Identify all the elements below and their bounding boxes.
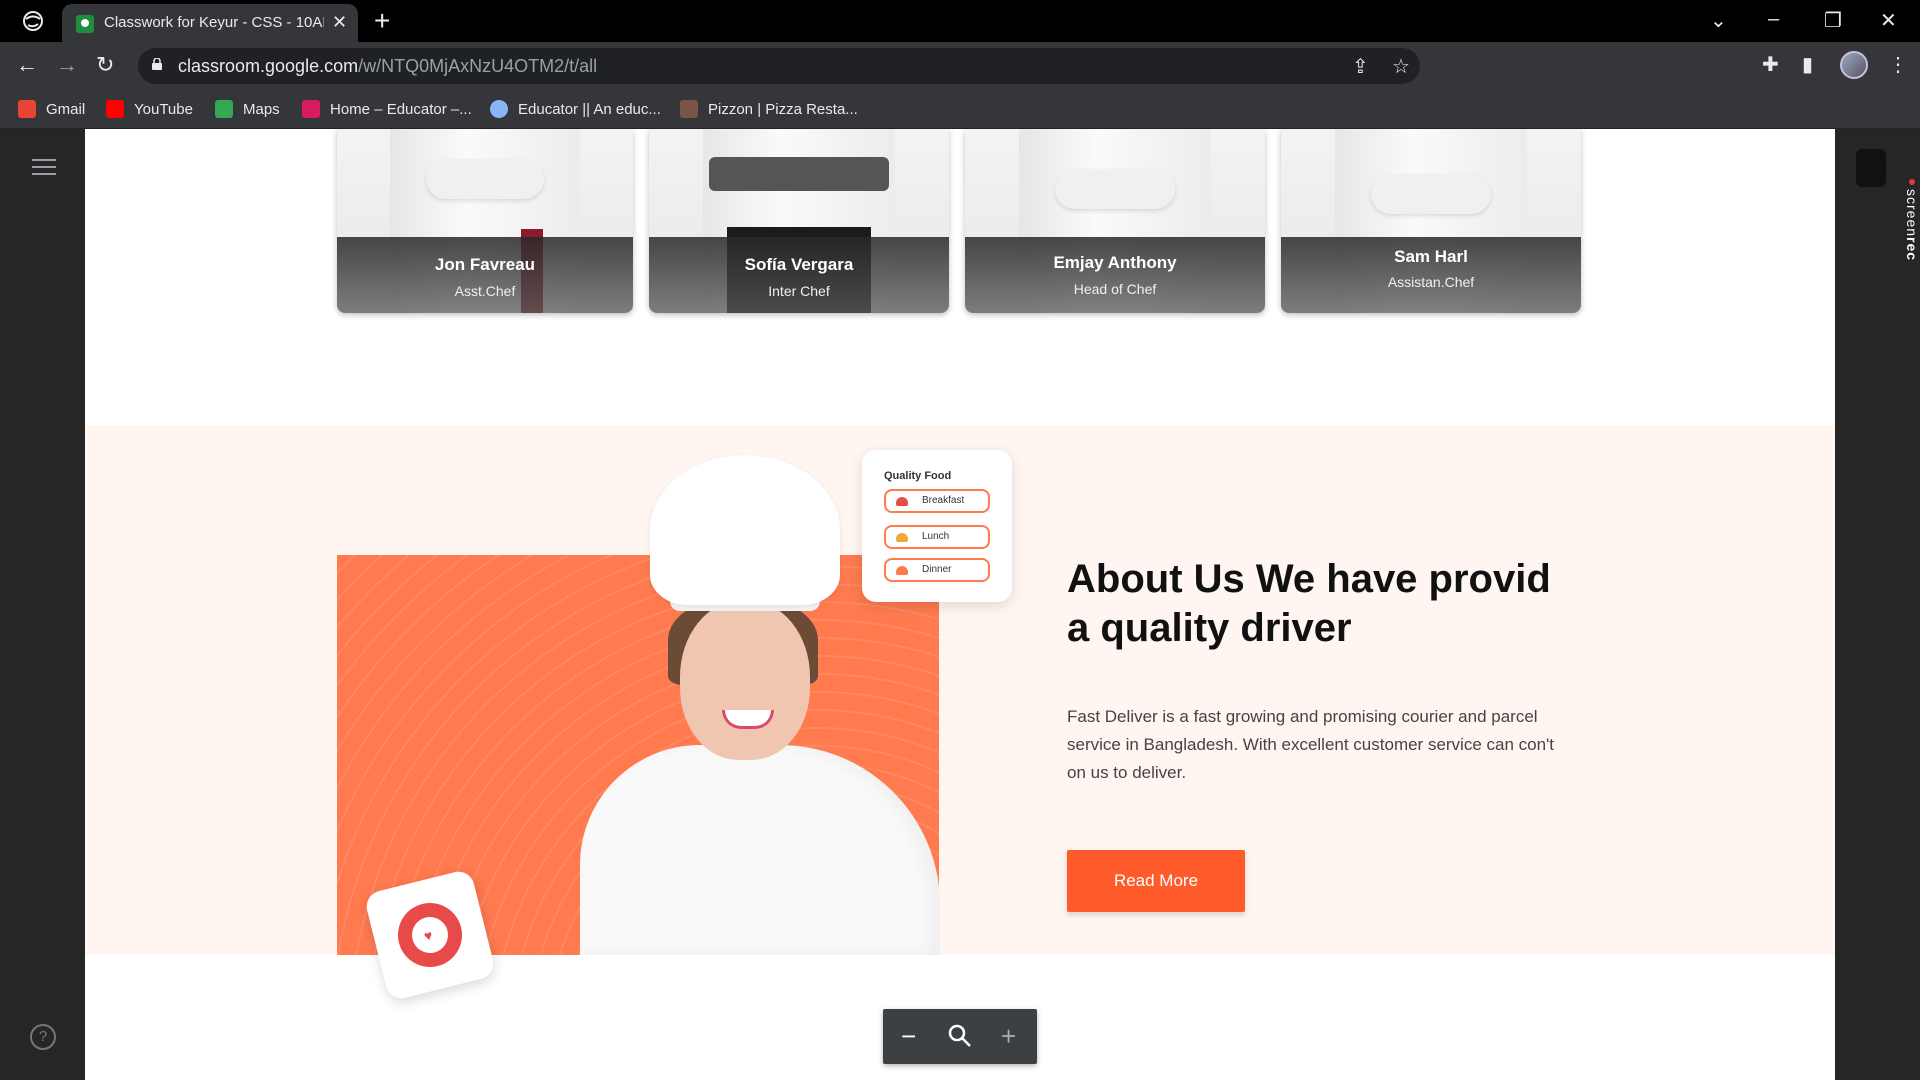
zoom-magnifier-icon[interactable] <box>947 1023 973 1049</box>
minimize-icon[interactable]: – <box>1768 8 1779 31</box>
new-tab-button[interactable]: + <box>374 5 390 37</box>
pizza-icon <box>896 566 908 575</box>
chef-name: Sam Harl <box>1394 247 1468 266</box>
menu-icon[interactable] <box>32 159 56 177</box>
bookmark-youtube[interactable]: YouTube <box>106 100 193 118</box>
about-heading: About Us We have provid a quality driver <box>1067 557 1551 650</box>
back-icon[interactable]: ← <box>16 52 38 78</box>
zoom-in-icon[interactable]: + <box>1001 1021 1016 1052</box>
document-preview: Jon Favreau Asst.Chef Sofía Vergara Inte… <box>85 129 1835 1080</box>
chef-name: Emjay Anthony <box>1053 253 1177 272</box>
side-panel-icon[interactable]: ▮ <box>1802 52 1813 77</box>
zoom-control: − + <box>883 1009 1037 1064</box>
extensions-icon[interactable]: ✚ <box>1762 52 1779 77</box>
lock-icon[interactable] <box>152 58 162 70</box>
about-section: Quality Food Breakfast Lunch Dinner ♥ Ab… <box>85 425 1835 1002</box>
about-description: Fast Deliver is a fast growing and promi… <box>1067 707 1555 782</box>
maps-icon <box>215 100 233 118</box>
record-dot-icon <box>1909 179 1915 185</box>
youtube-icon <box>106 100 124 118</box>
tab-title: Classwork for Keyur - CSS - 10AM <box>104 14 324 31</box>
burger-icon <box>896 533 908 542</box>
read-more-button[interactable]: Read More <box>1067 850 1245 912</box>
bookmark-star-icon[interactable]: ☆ <box>1392 54 1410 79</box>
globe-icon[interactable] <box>22 10 44 32</box>
profile-avatar[interactable] <box>1840 51 1868 79</box>
quality-food-title: Quality Food <box>884 470 952 482</box>
reload-icon[interactable]: ↻ <box>96 52 114 78</box>
lunch-pill: Lunch <box>884 525 990 549</box>
share-icon[interactable]: ⇪ <box>1352 54 1369 79</box>
restore-icon[interactable]: ❐ <box>1824 8 1842 33</box>
chef-card: Sam Harl Assistan.Chef <box>1281 129 1581 313</box>
bookmark-pizzon[interactable]: Pizzon | Pizza Resta... <box>680 100 858 118</box>
browser-toolbar: ← → ↻ classroom.google.com/w/NTQ0MjAxNzU… <box>0 42 1920 90</box>
chef-role: Asst.Chef <box>454 283 516 299</box>
bookmarks-bar: Gmail YouTube Maps Home – Educator –... … <box>0 90 1920 129</box>
gmail-icon <box>18 100 36 118</box>
chef-name: Sofía Vergara <box>744 255 854 274</box>
educator-icon <box>302 100 320 118</box>
zoom-out-icon[interactable]: − <box>901 1021 916 1052</box>
bookmark-gmail[interactable]: Gmail <box>18 100 85 118</box>
browser-tab-strip: Classwork for Keyur - CSS - 10AM ✕ + ⌄ –… <box>0 0 1920 42</box>
bowl-icon <box>896 497 908 506</box>
dinner-pill: Dinner <box>884 558 990 582</box>
bookmark-home-educator[interactable]: Home – Educator –... <box>302 100 472 118</box>
breakfast-pill: Breakfast <box>884 489 990 513</box>
globe-icon <box>490 100 508 118</box>
url-text: classroom.google.com/w/NTQ0MjAxNzU4OTM2/… <box>178 56 598 76</box>
chef-card: Sofía Vergara Inter Chef <box>649 129 949 313</box>
bookmark-maps[interactable]: Maps <box>215 100 280 118</box>
chef-card: Emjay Anthony Head of Chef <box>965 129 1265 313</box>
forward-icon[interactable]: → <box>56 52 78 78</box>
chef-role: Inter Chef <box>768 283 830 299</box>
account-thumbnail[interactable] <box>1856 149 1886 187</box>
window-close-icon[interactable]: ✕ <box>1880 8 1897 33</box>
chef-card: Jon Favreau Asst.Chef <box>337 129 633 313</box>
tab-search-chevron-icon[interactable]: ⌄ <box>1710 8 1727 33</box>
plate-icon: ♥ <box>391 896 469 974</box>
classroom-favicon-icon <box>76 15 94 33</box>
chef-role: Head of Chef <box>1073 281 1157 297</box>
heart-icon: ♥ <box>422 926 435 945</box>
bookmark-educator-edu[interactable]: Educator || An educ... <box>490 100 661 118</box>
address-bar[interactable]: classroom.google.com/w/NTQ0MjAxNzU4OTM2/… <box>138 48 1420 84</box>
screenrec-watermark: screenrec <box>1904 179 1920 261</box>
help-icon[interactable]: ? <box>30 1024 56 1050</box>
chef-role: Assistan.Chef <box>1387 274 1475 290</box>
pizzon-icon <box>680 100 698 118</box>
chef-name: Jon Favreau <box>434 255 536 274</box>
quality-food-card: Quality Food Breakfast Lunch Dinner <box>862 450 1012 602</box>
active-tab[interactable]: Classwork for Keyur - CSS - 10AM ✕ <box>62 4 358 42</box>
tab-close-icon[interactable]: ✕ <box>332 12 347 33</box>
more-menu-icon[interactable]: ⋮ <box>1888 52 1908 77</box>
